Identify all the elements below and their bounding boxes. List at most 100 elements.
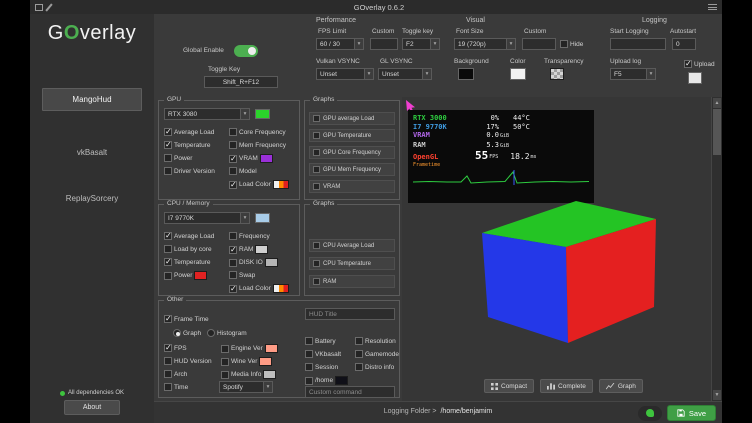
- gpu-checkbox-power[interactable]: Power: [164, 154, 192, 162]
- font-size-select[interactable]: 19 (720p)▾: [454, 38, 516, 50]
- graph-cpu-ram[interactable]: RAM: [309, 275, 395, 288]
- logging-folder[interactable]: Logging Folder >/home/benjamim: [154, 408, 722, 415]
- sidebar-item-mangohud[interactable]: MangoHud: [42, 88, 142, 111]
- hud-title-input[interactable]: [305, 308, 395, 320]
- cpu-checkbox-power[interactable]: Power: [164, 271, 207, 280]
- global-enable-toggle[interactable]: [234, 45, 258, 57]
- graph-mode-button[interactable]: Graph: [599, 379, 643, 393]
- gpu-color-swatch[interactable]: [255, 109, 270, 119]
- gpu-checkbox-load-color[interactable]: Load Color: [229, 180, 289, 189]
- graph-gpu-core-frequency[interactable]: GPU Core Frequency: [309, 146, 395, 159]
- wine-ver-checkbox[interactable]: Wine Ver: [221, 357, 272, 366]
- complete-button[interactable]: Complete: [540, 379, 593, 393]
- session-checkbox[interactable]: Session: [305, 363, 338, 371]
- power-color-swatch[interactable]: [194, 271, 207, 280]
- gl-vsync-select[interactable]: Unset▾: [378, 68, 432, 80]
- autostart-input[interactable]: [672, 38, 696, 50]
- fps-checkbox[interactable]: FPS: [164, 344, 187, 352]
- vertical-scrollbar[interactable]: ▲ ▼: [711, 97, 722, 401]
- transparency-button[interactable]: [550, 68, 564, 80]
- home-swatch[interactable]: [335, 376, 348, 385]
- logging-section: Logging Start Logging Autostart Upload l…: [606, 14, 722, 97]
- gpu-checkbox-model[interactable]: Model: [229, 167, 257, 175]
- engine-ver-checkbox[interactable]: Engine Ver: [221, 344, 278, 353]
- vulkan-vsync-select[interactable]: Unset▾: [316, 68, 374, 80]
- ram-color-swatch[interactable]: [255, 245, 268, 254]
- cpu-checkbox-ram[interactable]: RAM: [229, 245, 268, 254]
- media-info-swatch[interactable]: [263, 370, 276, 379]
- gpu-checkbox-core-frequency[interactable]: Core Frequency: [229, 128, 286, 136]
- cpu-checkbox-disk-io[interactable]: DISK IO: [229, 258, 278, 267]
- compact-button[interactable]: Compact: [484, 379, 534, 393]
- vkbasalt-checkbox[interactable]: VKbasalt: [305, 350, 341, 358]
- graph-gpu-average-load[interactable]: GPU average Load: [309, 112, 395, 125]
- save-button[interactable]: Save: [667, 405, 716, 421]
- upload-log-select[interactable]: F5▾: [610, 68, 656, 80]
- gpu-checkbox-average-load[interactable]: Average Load: [164, 128, 214, 136]
- perf-toggle-key-select[interactable]: F2▾: [402, 38, 440, 50]
- cpu-color-swatch[interactable]: [255, 213, 270, 223]
- cpu-checkbox-frequency[interactable]: Frequency: [229, 232, 270, 240]
- vram-color-swatch[interactable]: [260, 154, 273, 163]
- graph-radio[interactable]: Graph: [173, 329, 201, 337]
- wine-ver-swatch[interactable]: [259, 357, 272, 366]
- sidebar-item-replaysorcery[interactable]: ReplaySorcery: [42, 188, 142, 209]
- gpu-checkbox-temperature[interactable]: Temperature: [164, 141, 211, 149]
- text-color-swatch[interactable]: [510, 68, 526, 80]
- media-player-select[interactable]: Spotify▾: [219, 381, 273, 393]
- cpu-checkbox-swap[interactable]: Swap: [229, 271, 255, 279]
- custom-command-input[interactable]: [305, 386, 395, 398]
- menu-icon[interactable]: [708, 4, 717, 10]
- scrollbar-thumb[interactable]: [713, 109, 721, 155]
- graph-gpu-vram[interactable]: VRAM: [309, 180, 395, 193]
- graph-cpu-temperature[interactable]: CPU Temperature: [309, 257, 395, 270]
- gamemode-checkbox[interactable]: Gamemode: [355, 350, 399, 358]
- fps-limit-select[interactable]: 60 / 30▾: [316, 38, 364, 50]
- graph-gpu-mem-frequency[interactable]: GPU Mem Frequency: [309, 163, 395, 176]
- edit-icon[interactable]: [45, 3, 52, 11]
- window-icon[interactable]: [35, 4, 43, 11]
- home-checkbox[interactable]: /home: [305, 376, 348, 385]
- cpu-device-select[interactable]: I7 9770K▾: [164, 212, 250, 224]
- gpu-checkbox-driver-version[interactable]: Driver Version: [164, 167, 215, 175]
- upload-checkbox[interactable]: Upload: [684, 60, 715, 68]
- load-color-bar[interactable]: [273, 284, 289, 293]
- gpu-checkbox-vram[interactable]: VRAM: [229, 154, 273, 163]
- scroll-down-icon[interactable]: ▼: [713, 390, 721, 400]
- cpu-checkbox-load-color[interactable]: Load Color: [229, 284, 289, 293]
- disk-io-color-swatch[interactable]: [265, 258, 278, 267]
- hud-version-checkbox[interactable]: HUD Version: [164, 357, 212, 365]
- arch-checkbox[interactable]: Arch: [164, 370, 187, 378]
- scroll-up-icon[interactable]: ▲: [713, 98, 721, 108]
- histogram-radio[interactable]: Histogram: [207, 329, 247, 337]
- upload-color-swatch[interactable]: [688, 72, 702, 84]
- background-color-swatch[interactable]: [458, 68, 474, 80]
- checkbox-icon: [560, 40, 568, 48]
- load-color-bar[interactable]: [273, 180, 289, 189]
- cpu-checkbox-load-by-core[interactable]: Load by core: [164, 245, 212, 253]
- gpu-device-select[interactable]: RTX 3080▾: [164, 108, 250, 120]
- time-checkbox[interactable]: Time: [164, 383, 188, 391]
- about-button[interactable]: About: [64, 400, 120, 415]
- battery-checkbox[interactable]: Battery: [305, 337, 336, 345]
- custom-fps-input[interactable]: [370, 38, 398, 50]
- frame-time-checkbox[interactable]: Frame Time: [164, 315, 209, 323]
- footer-bar: Logging Folder >/home/benjamim Save: [154, 401, 722, 423]
- custom-font-size-input[interactable]: [522, 38, 556, 50]
- engine-ver-swatch[interactable]: [265, 344, 278, 353]
- tray-status-button[interactable]: [638, 406, 662, 421]
- media-info-checkbox[interactable]: Media Info: [221, 370, 276, 379]
- hide-checkbox[interactable]: Hide: [560, 40, 583, 48]
- cpu-checkbox-temperature[interactable]: Temperature: [164, 258, 211, 266]
- chevron-down-icon: ▾: [364, 69, 373, 79]
- cpu-checkbox-average-load[interactable]: Average Load: [164, 232, 214, 240]
- graph-gpu-temperature[interactable]: GPU Temperature: [309, 129, 395, 142]
- graph-cpu-average-load[interactable]: CPU Average Load: [309, 239, 395, 252]
- distro-info-checkbox[interactable]: Distro info: [355, 363, 394, 371]
- resolution-checkbox[interactable]: Resolution: [355, 337, 396, 345]
- save-area: Save: [638, 405, 716, 421]
- sidebar-item-vkbasalt[interactable]: vkBasalt: [42, 142, 142, 163]
- start-logging-input[interactable]: [610, 38, 666, 50]
- gpu-checkbox-mem-frequency[interactable]: Mem Frequency: [229, 141, 286, 149]
- toggle-key-input[interactable]: [204, 76, 278, 88]
